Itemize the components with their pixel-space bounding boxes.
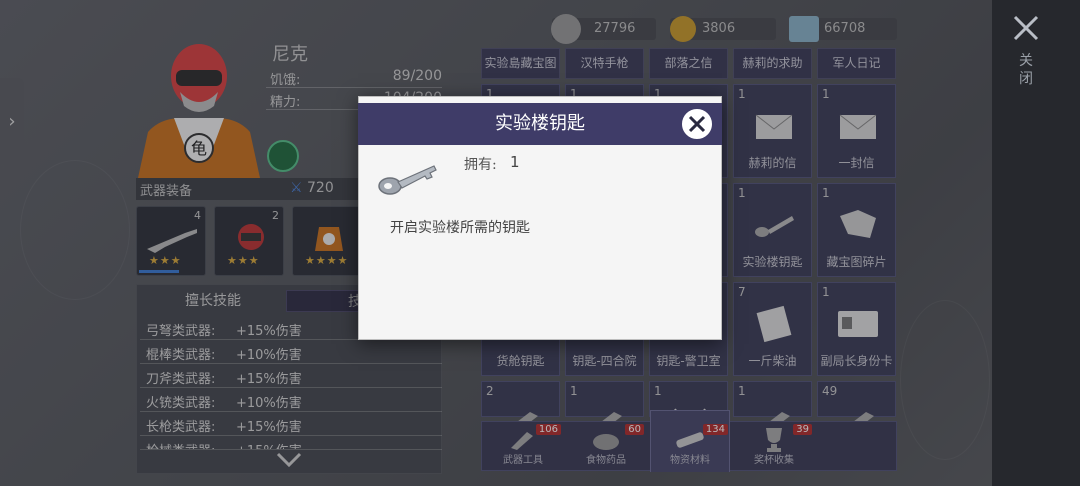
- close-label[interactable]: 关闭: [1016, 52, 1036, 88]
- right-panel: [992, 0, 1080, 486]
- item-description: 开启实验楼所需的钥匙: [390, 220, 530, 236]
- close-icon: [688, 115, 706, 133]
- owned-count: 1: [510, 153, 520, 171]
- owned-label: 拥有:: [464, 157, 497, 173]
- close-icon[interactable]: [1010, 12, 1042, 44]
- dialog-title: 实验楼钥匙: [495, 113, 585, 134]
- key-icon: [378, 165, 437, 195]
- dialog-close-button[interactable]: [680, 107, 714, 141]
